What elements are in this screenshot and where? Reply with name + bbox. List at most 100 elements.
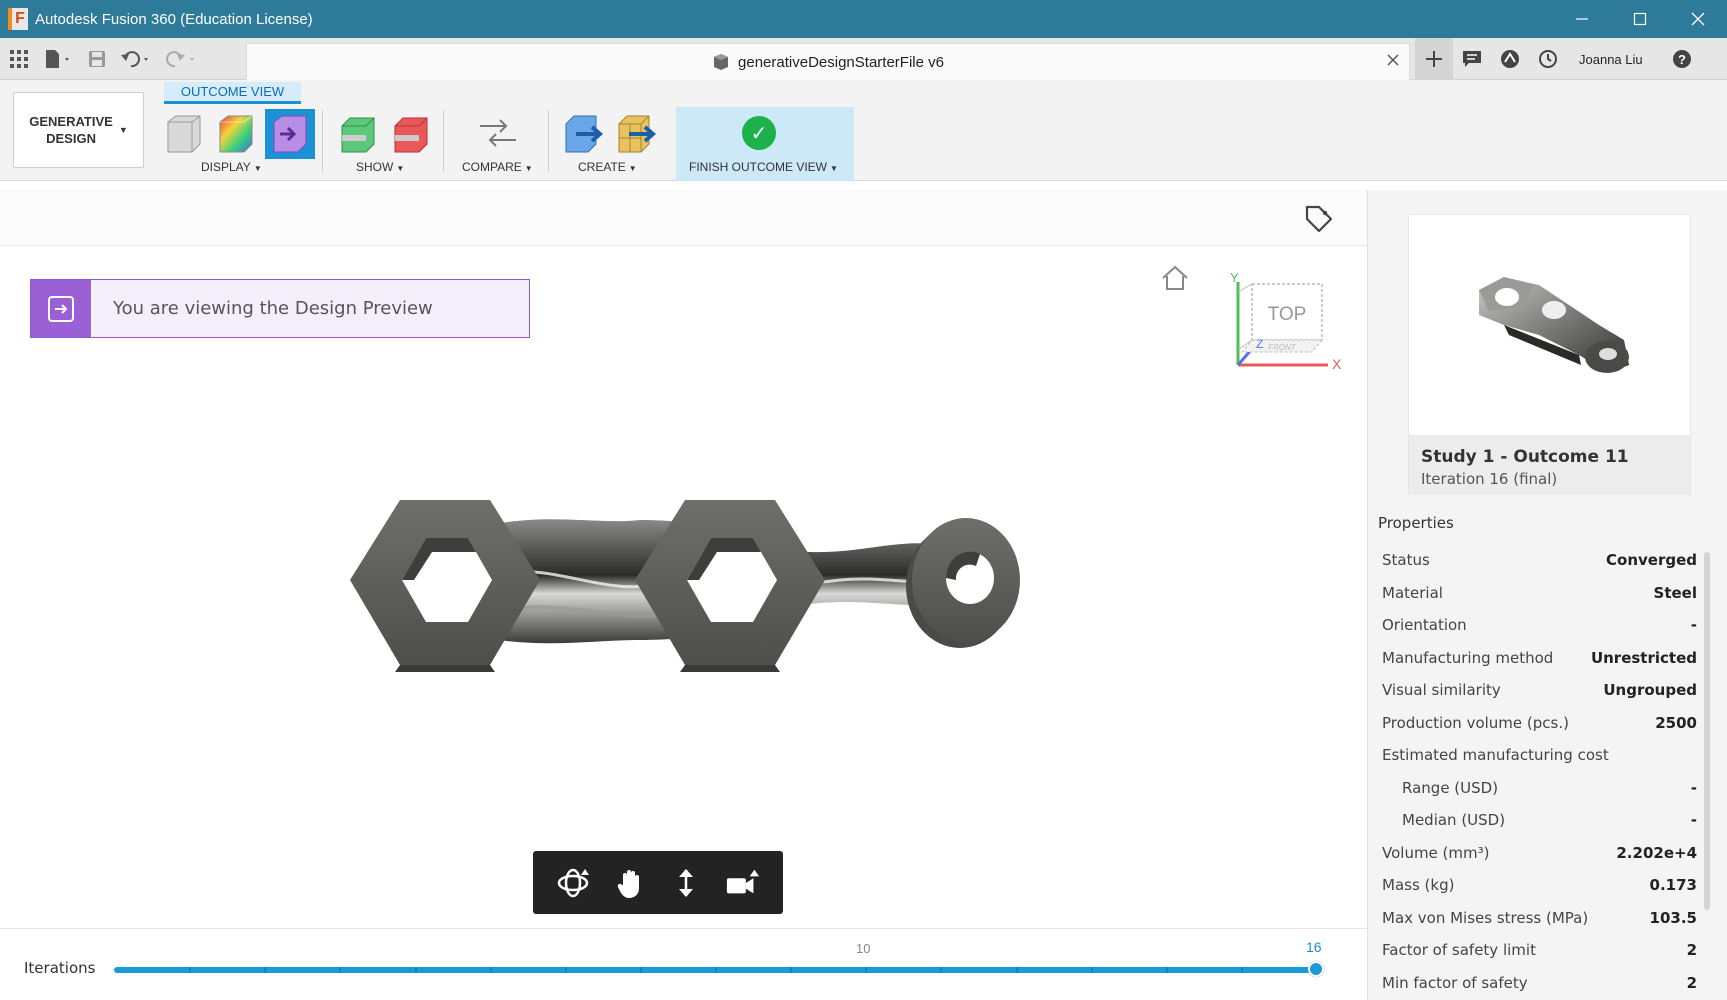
property-row: Visual similarity Ungrouped [1382,674,1697,707]
help-icon: ? [1672,50,1691,68]
compare-button[interactable] [476,112,520,156]
preview-exit-icon[interactable] [31,280,91,337]
slider-tick [715,967,717,973]
ribbon-divider [548,110,549,172]
generative-design-model[interactable] [340,490,1030,680]
slider-tick [1165,967,1168,973]
property-key: Min factor of safety [1382,973,1528,992]
redo-button[interactable] [160,44,200,74]
plus-icon [1426,51,1442,67]
property-value: Converged [1606,551,1697,570]
compare-group-label[interactable]: COMPARE ▼ [462,160,533,174]
property-row: Factor of safety limit 2 [1382,934,1697,967]
create-mesh-button[interactable] [615,112,659,156]
maximize-icon [1633,12,1647,26]
redo-icon [166,51,194,68]
check-icon[interactable]: ✓ [742,116,776,150]
axis-x-label: X [1332,356,1342,372]
quick-access-tools [0,38,246,80]
undo-button[interactable] [116,44,156,74]
home-icon[interactable] [1160,264,1190,292]
navigation-bar [533,851,783,914]
maximize-button[interactable] [1611,0,1669,38]
workspace-switcher[interactable]: GENERATIVE DESIGN ▼ [13,92,144,168]
help-button[interactable]: ? [1663,38,1701,80]
ribbon: OUTCOME VIEW GENERATIVE DESIGN ▼ DISPLAY… [0,80,1727,181]
show-obstacles-button[interactable] [389,112,433,156]
property-row: Status Converged [1382,544,1697,577]
display-group-label[interactable]: DISPLAY ▼ [201,160,262,174]
show-starting-shape-button[interactable] [336,112,380,156]
orbit-icon [558,868,590,897]
property-row: Production volume (pcs.) 2500 [1382,707,1697,740]
property-value: Ungrouped [1603,681,1697,700]
property-row: Range (USD) - [1382,772,1697,805]
outcome-thumbnail-card[interactable]: Study 1 - Outcome 11 Iteration 16 (final… [1408,214,1691,495]
svg-text:?: ? [1678,52,1686,67]
grid-icon [10,50,28,68]
close-icon [1691,12,1705,26]
property-row: Material Steel [1382,577,1697,610]
finish-outcome-view-label[interactable]: FINISH OUTCOME VIEW ▼ [689,160,838,174]
display-stress-button[interactable] [214,112,258,156]
notifications-button[interactable] [1453,38,1491,80]
property-value: - [1690,778,1697,797]
undo-icon [121,51,148,68]
slider-tick [264,967,267,973]
data-panel-button[interactable] [4,44,34,74]
user-name[interactable]: Joanna Liu [1579,52,1643,67]
slider-tick [1240,967,1243,973]
window-title: Autodesk Fusion 360 (Education License) [35,10,313,28]
quick-access-right: Joanna Liu ? [1415,38,1701,80]
view-cube[interactable]: TOP FRONT Y X Z [1228,270,1348,380]
close-tab-button[interactable] [1387,51,1399,71]
create-design-button[interactable] [562,112,606,156]
preview-cube-icon [273,115,307,153]
pan-button[interactable] [612,865,648,901]
display-solid-button[interactable] [162,112,206,156]
fusion-logo-icon: F [8,8,28,30]
iterations-timeline: Iterations 10 16 [0,928,1367,1000]
zoom-button[interactable] [668,865,704,901]
component-icon [714,54,729,70]
save-button[interactable] [82,44,112,74]
minimize-button[interactable] [1553,0,1611,38]
property-key: Factor of safety limit [1382,941,1536,960]
create-group-label[interactable]: CREATE ▼ [578,160,637,174]
show-group-label[interactable]: SHOW ▼ [356,160,404,174]
camera-icon [726,869,759,893]
property-value: Unrestricted [1590,648,1697,667]
iterations-slider-handle[interactable] [1308,961,1324,977]
viewcube-front-label[interactable]: FRONT [1268,343,1297,352]
quick-access-bar: generativeDesignStarterFile v6 Joanna Li… [0,38,1727,80]
close-button[interactable] [1669,0,1727,38]
history-button[interactable] [1529,38,1567,80]
title-bar: F Autodesk Fusion 360 (Education License… [0,0,1727,38]
tab-outcome-view[interactable]: OUTCOME VIEW [164,82,301,104]
job-status-icon [1501,50,1519,68]
viewcube-top-label[interactable]: TOP [1268,304,1307,325]
job-status-button[interactable] [1491,38,1529,80]
property-key: Production volume (pcs.) [1382,713,1569,732]
clock-icon [1539,50,1557,68]
property-key: Material [1382,583,1443,602]
save-icon [89,51,105,67]
property-value: - [1690,616,1697,635]
file-icon [46,50,69,68]
property-row: Min factor of safety 2 [1382,967,1697,1000]
file-menu-button[interactable] [38,44,78,74]
camera-button[interactable] [725,865,761,901]
tag-icon[interactable] [1302,202,1336,236]
document-tab[interactable]: generativeDesignStarterFile v6 [246,43,1410,80]
orbit-button[interactable] [555,865,591,901]
slider-tick [639,967,642,973]
property-row: Median (USD) - [1382,804,1697,837]
slider-tick [790,967,793,973]
ribbon-divider [443,110,444,172]
outcome-iteration: Iteration 16 (final) [1421,470,1558,488]
new-tab-button[interactable] [1415,38,1453,80]
viewport-canvas[interactable]: You are viewing the Design Preview TOP F… [0,190,1367,1000]
panel-scrollbar[interactable] [1704,552,1710,910]
slider-tick [1090,967,1093,973]
display-preview-button[interactable] [265,109,315,159]
